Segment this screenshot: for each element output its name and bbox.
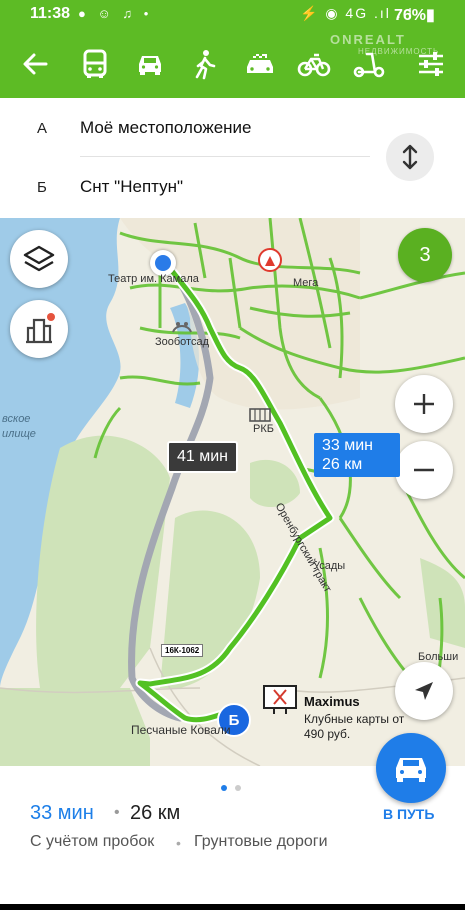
transport-toolbar: ONREALT НЕДВИЖИМОСТЬ <box>0 28 465 98</box>
layers-icon <box>23 245 55 272</box>
map-label-theatre: Театр им. Камала <box>108 273 199 285</box>
to-field[interactable]: Снт "Нептун" <box>80 177 183 197</box>
map-label-reservoir-1: вское <box>2 413 31 425</box>
go-label[interactable]: В ПУТЬ <box>383 806 434 822</box>
field-divider <box>80 156 370 157</box>
mode-bus-button[interactable] <box>74 43 116 85</box>
from-letter: А <box>37 120 48 137</box>
map-label-usady: Усады <box>313 560 346 572</box>
road-works-icon <box>258 248 282 272</box>
map-label-mega: Мега <box>293 277 319 289</box>
system-nav-strip <box>0 904 465 910</box>
taxi-icon <box>247 54 273 73</box>
battery-level: 76%▮ <box>394 7 435 24</box>
city-buildings-icon <box>26 313 55 344</box>
map-label-reservoir-2: илище <box>2 428 36 440</box>
route-summary-sheet[interactable]: 33 мин • 26 км С учётом пробок • Грунтов… <box>0 733 465 910</box>
car-icon <box>139 56 161 75</box>
main-route-time: 33 мин <box>322 437 374 454</box>
eta-distance: 26 км <box>130 802 181 824</box>
pedestrian-icon <box>195 50 216 80</box>
note-traffic: С учётом пробок <box>30 833 155 850</box>
map-view[interactable]: 3 41 мин 33 мин 26 км Б Театр им. Камала… <box>0 218 465 766</box>
mode-walk-button[interactable] <box>183 43 225 85</box>
back-button[interactable] <box>14 43 56 85</box>
zoom-in-button[interactable] <box>395 375 453 433</box>
main-route-label[interactable]: 33 мин 26 км <box>314 433 400 477</box>
mode-scooter-button[interactable] <box>348 43 390 85</box>
back-arrow-icon <box>23 53 48 75</box>
mode-taxi-button[interactable] <box>239 43 281 85</box>
route-panel: А Моё местоположение Б Снт "Нептун" <box>0 98 465 218</box>
page-dot <box>235 785 241 791</box>
zoo-icon <box>172 322 192 333</box>
bus-icon <box>83 49 107 78</box>
car-icon <box>396 758 426 782</box>
mode-car-button[interactable] <box>129 43 171 85</box>
bicycle-icon <box>297 53 331 77</box>
map-label-rkb: РКБ <box>253 423 274 435</box>
main-route-distance: 26 км <box>322 456 363 473</box>
plus-icon <box>414 394 434 414</box>
traffic-level-badge[interactable]: 3 <box>398 228 452 282</box>
go-button[interactable] <box>376 733 446 803</box>
page-dot-active <box>221 785 227 791</box>
hospital-building-icon <box>249 408 271 422</box>
map-label-zoo: Зооботсад <box>155 336 210 348</box>
zoom-out-button[interactable] <box>395 441 453 499</box>
eta-time: 33 мин <box>30 802 94 824</box>
swap-vertical-icon <box>402 144 418 170</box>
settings-sliders-icon <box>419 52 443 76</box>
route-settings-button[interactable] <box>410 43 452 85</box>
alt-route-time-label[interactable]: 41 мин <box>167 441 239 473</box>
road-number-sign: 16К-1062 <box>161 644 204 657</box>
from-field[interactable]: Моё местоположение <box>80 118 252 138</box>
billboard-icon <box>263 685 297 714</box>
navigation-arrow-icon <box>415 682 433 700</box>
to-letter: Б <box>37 179 47 196</box>
note-separator: • <box>176 835 181 851</box>
layers-button[interactable] <box>10 230 68 288</box>
status-bar: 11:38 ● ☺ ♫ • ⚡ ◉ 4G .ıl .ıl 76%▮ <box>0 0 465 28</box>
map-label-peschanye: Песчаные Ковали <box>131 723 231 737</box>
eta-separator: • <box>114 804 120 821</box>
mode-bicycle-button[interactable] <box>293 43 335 85</box>
swap-points-button[interactable] <box>386 133 434 181</box>
minus-icon <box>414 468 434 472</box>
notification-icons: ● ☺ ♫ • <box>78 6 153 21</box>
page-indicator <box>221 778 249 796</box>
status-time: 11:38 <box>30 5 71 22</box>
billboard-title[interactable]: Maximus <box>304 694 360 709</box>
city-button[interactable] <box>10 300 68 358</box>
scooter-icon <box>353 52 385 78</box>
note-roads: Грунтовые дороги <box>194 833 328 850</box>
map-label-bolshie: Больши <box>418 651 459 663</box>
